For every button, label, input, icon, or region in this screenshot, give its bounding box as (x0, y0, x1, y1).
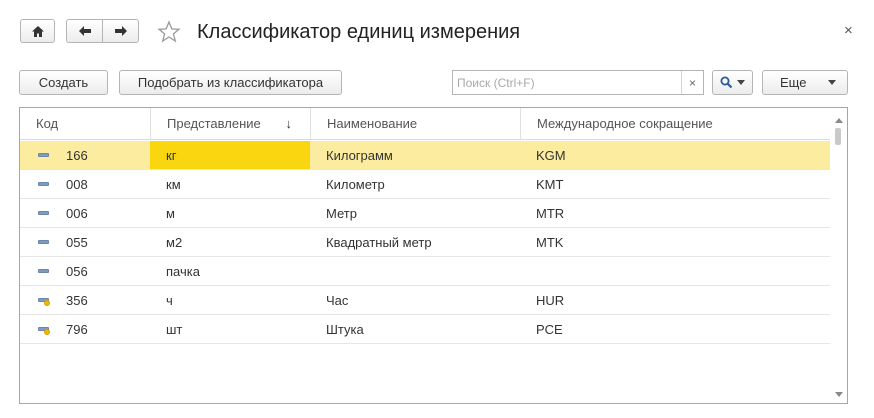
clear-search-icon[interactable]: × (681, 71, 703, 94)
close-icon[interactable]: × (844, 22, 853, 39)
search-options-button[interactable] (712, 70, 753, 95)
cell-code: 056 (66, 263, 88, 279)
unit-item-icon (38, 237, 50, 247)
cell-international-abbr (520, 257, 831, 285)
cell-name: Килограмм (326, 147, 393, 163)
cell-international-abbr: HUR (536, 292, 565, 308)
column-header-name[interactable]: Наименование (310, 108, 520, 139)
home-icon (31, 25, 44, 37)
table-header: Код Представление ↓ Наименование Междуна… (20, 108, 831, 140)
units-table: Код Представление ↓ Наименование Междуна… (19, 107, 848, 404)
pick-from-classifier-button[interactable]: Подобрать из классификатора (119, 70, 342, 95)
forward-button[interactable] (102, 20, 138, 42)
page-title: Классификатор единиц измерения (197, 21, 521, 43)
cell-name: Метр (326, 205, 357, 221)
cell-name: Квадратный метр (326, 234, 432, 250)
home-button[interactable] (20, 19, 55, 43)
table-body: 166 кг Килограмм KGM 008 км Километр KMT… (20, 141, 831, 344)
chevron-down-icon (736, 79, 745, 85)
cell-code: 796 (66, 321, 88, 337)
more-button[interactable]: Еще (762, 70, 848, 95)
column-header-international-abbr[interactable]: Международное сокращение (520, 108, 831, 139)
cell-name: Час (326, 292, 349, 308)
cell-code: 166 (66, 147, 88, 163)
search-icon (720, 76, 732, 89)
star-icon (157, 20, 181, 43)
favorite-button[interactable] (157, 20, 181, 44)
create-button[interactable]: Создать (19, 70, 108, 95)
sort-descending-icon: ↓ (285, 116, 293, 131)
scroll-up-icon[interactable] (835, 118, 843, 123)
search-box: × (452, 70, 704, 95)
unit-item-icon (38, 266, 50, 276)
unit-item-marked-icon (38, 295, 50, 306)
cell-representation: пачка (166, 263, 200, 279)
cell-code: 008 (66, 176, 88, 192)
cell-representation: кг (150, 141, 310, 169)
cell-name (310, 257, 520, 285)
table-row[interactable]: 008 км Километр KMT (20, 170, 831, 199)
column-header-representation[interactable]: Представление ↓ (150, 108, 310, 139)
arrow-left-icon (78, 26, 91, 36)
cell-code: 006 (66, 205, 88, 221)
scrollbar-thumb[interactable] (835, 128, 841, 145)
arrow-right-icon (114, 26, 127, 36)
unit-item-marked-icon (38, 324, 50, 335)
table-row[interactable]: 006 м Метр MTR (20, 199, 831, 228)
cell-representation: шт (166, 321, 183, 337)
cell-code: 055 (66, 234, 88, 250)
cell-representation: ч (166, 292, 173, 308)
chevron-down-icon (828, 80, 836, 85)
cell-name: Штука (326, 321, 364, 337)
table-row[interactable]: 055 м2 Квадратный метр MTK (20, 228, 831, 257)
cell-representation: м (166, 205, 175, 221)
table-row[interactable]: 356 ч Час HUR (20, 286, 831, 315)
unit-item-icon (38, 208, 50, 218)
cell-name: Километр (326, 176, 385, 192)
cell-international-abbr: MTR (536, 205, 565, 221)
history-navigation (66, 19, 139, 43)
column-header-code[interactable]: Код (20, 108, 150, 139)
vertical-scrollbar[interactable] (830, 108, 847, 403)
table-row[interactable]: 166 кг Килограмм KGM (20, 141, 831, 170)
cell-international-abbr: KGM (536, 147, 566, 163)
table-row[interactable]: 796 шт Штука PCE (20, 315, 831, 344)
scroll-down-icon[interactable] (835, 392, 843, 397)
cell-code: 356 (66, 292, 88, 308)
cell-representation: м2 (166, 234, 183, 250)
back-button[interactable] (67, 20, 102, 42)
more-button-label: Еще (780, 75, 807, 90)
cell-international-abbr: KMT (536, 176, 564, 192)
search-input[interactable] (453, 71, 681, 94)
unit-item-icon (38, 179, 50, 189)
table-row[interactable]: 056 пачка (20, 257, 831, 286)
cell-international-abbr: MTK (536, 234, 564, 250)
cell-representation: км (166, 176, 181, 192)
unit-item-icon (38, 150, 50, 160)
cell-international-abbr: PCE (536, 321, 563, 337)
